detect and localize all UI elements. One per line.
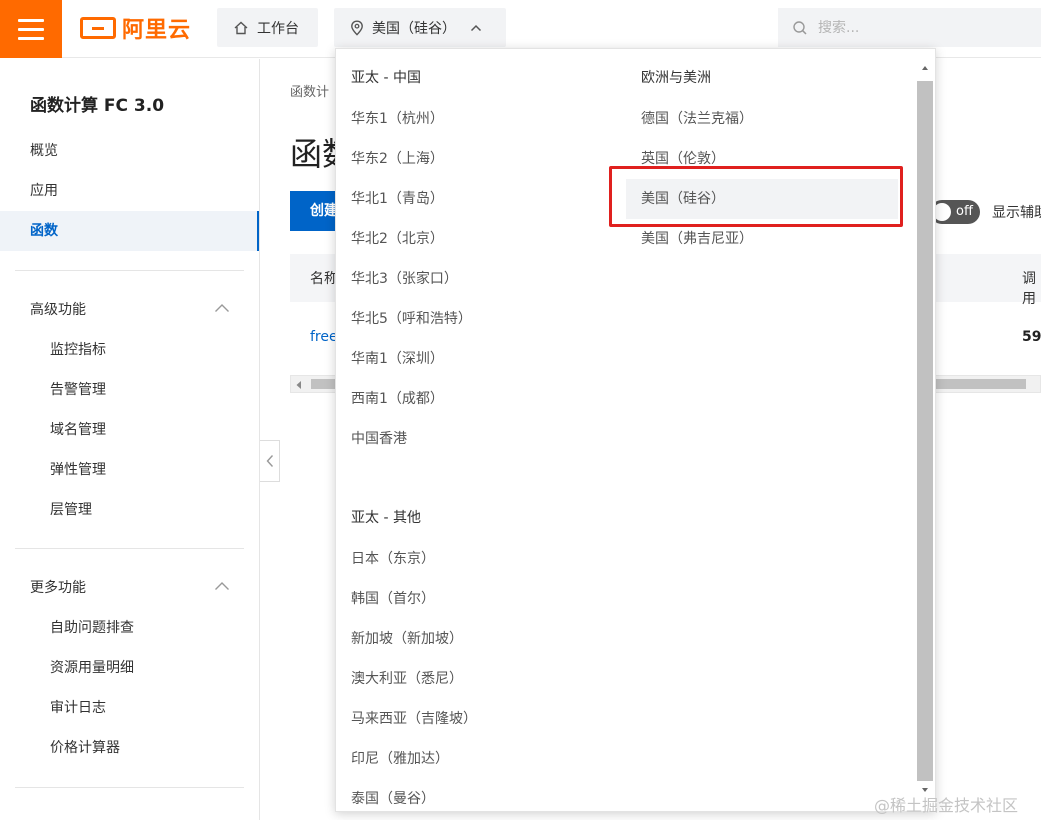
region-option[interactable]: 华北2（北京）	[336, 219, 616, 259]
sidebar-item-price-calculator[interactable]: 价格计算器	[0, 728, 259, 768]
location-pin-icon	[351, 19, 363, 36]
sidebar-group-advanced[interactable]: 高级功能	[0, 290, 259, 330]
aliyun-logo[interactable]: 阿里云	[80, 13, 191, 43]
sidebar-item-audit-log[interactable]: 审计日志	[0, 688, 259, 728]
sidebar-item-layers[interactable]: 层管理	[0, 490, 259, 530]
sidebar-item-domains[interactable]: 域名管理	[0, 410, 259, 450]
region-option[interactable]: 韩国（首尔）	[336, 579, 616, 619]
menu-icon[interactable]	[0, 0, 62, 58]
search-box[interactable]	[778, 8, 1041, 47]
sidebar: 函数计算 FC 3.0 概览 应用 函数 高级功能 监控指标 告警管理 域名管理…	[0, 59, 260, 820]
aliyun-logo-mark	[80, 17, 116, 39]
region-option[interactable]: 华北3（张家口）	[336, 259, 616, 299]
region-option[interactable]: 新加坡（新加坡）	[336, 619, 616, 659]
helper-toggle-label: 显示辅助	[992, 205, 1041, 221]
function-call-count: 59	[1022, 329, 1041, 345]
product-title: 函数计算 FC 3.0	[30, 96, 165, 116]
scrollbar-thumb[interactable]	[917, 81, 933, 781]
region-option[interactable]: 印尼（雅加达）	[336, 739, 616, 779]
region-selector-button[interactable]: 美国（硅谷）	[334, 8, 506, 47]
scroll-up-icon[interactable]	[921, 65, 929, 71]
chevron-up-icon	[215, 582, 229, 590]
region-group-title: 欧洲与美洲	[641, 70, 711, 86]
sidebar-group-label: 更多功能	[30, 580, 86, 596]
region-selector-label: 美国（硅谷）	[372, 20, 456, 37]
sidebar-divider	[15, 270, 244, 271]
region-option[interactable]: 马来西亚（吉隆坡）	[336, 699, 616, 739]
sidebar-group-more[interactable]: 更多功能	[0, 568, 259, 608]
dropdown-scrollbar[interactable]	[916, 61, 934, 801]
breadcrumb[interactable]: 函数计	[290, 81, 329, 100]
region-option[interactable]: 澳大利亚（悉尼）	[336, 659, 616, 699]
column-header-calls[interactable]: 调用	[1022, 268, 1041, 308]
watermark: @稀土掘金技术社区	[874, 796, 1019, 815]
sidebar-item-overview[interactable]: 概览	[0, 131, 259, 171]
region-option[interactable]: 华南1（深圳）	[336, 339, 616, 379]
region-option[interactable]: 华北1（青岛）	[336, 179, 616, 219]
search-icon	[793, 20, 807, 35]
sidebar-item-alerts[interactable]: 告警管理	[0, 370, 259, 410]
chevron-up-icon	[215, 304, 229, 312]
region-option[interactable]: 华东1（杭州）	[336, 99, 616, 139]
sidebar-item-troubleshooting[interactable]: 自助问题排查	[0, 608, 259, 648]
region-dropdown: 亚太 - 中国 华东1（杭州） 华东2（上海） 华北1（青岛） 华北2（北京） …	[335, 48, 936, 812]
workbench-button[interactable]: 工作台	[217, 8, 318, 47]
function-name-link[interactable]: free	[310, 329, 338, 345]
helper-toggle[interactable]: off	[930, 200, 980, 224]
region-option[interactable]: 日本（东京）	[336, 539, 616, 579]
column-header-name[interactable]: 名称	[310, 268, 338, 288]
scroll-left-icon[interactable]	[295, 380, 303, 390]
sidebar-group-label: 高级功能	[30, 302, 86, 318]
region-option[interactable]: 华北5（呼和浩特）	[336, 299, 616, 339]
home-icon	[234, 21, 248, 34]
sidebar-item-functions[interactable]: 函数	[0, 211, 259, 251]
aliyun-logo-text: 阿里云	[122, 18, 192, 43]
sidebar-divider	[15, 548, 244, 549]
search-input[interactable]	[818, 19, 1018, 36]
region-group-title: 亚太 - 中国	[351, 70, 421, 86]
region-option[interactable]: 华东2（上海）	[336, 139, 616, 179]
region-option[interactable]: 西南1（成都）	[336, 379, 616, 419]
region-group-title: 亚太 - 其他	[351, 510, 421, 526]
region-option[interactable]: 德国（法兰克福）	[626, 99, 898, 139]
sidebar-item-scaling[interactable]: 弹性管理	[0, 450, 259, 490]
workbench-label: 工作台	[257, 20, 299, 37]
chevron-up-icon	[470, 24, 482, 31]
sidebar-item-monitoring[interactable]: 监控指标	[0, 330, 259, 370]
sidebar-item-applications[interactable]: 应用	[0, 171, 259, 211]
annotation-highlight-box	[609, 166, 903, 227]
region-option[interactable]: 泰国（曼谷）	[336, 779, 616, 811]
sidebar-item-usage-details[interactable]: 资源用量明细	[0, 648, 259, 688]
region-option[interactable]: 中国香港	[336, 419, 616, 459]
sidebar-divider	[15, 787, 244, 788]
